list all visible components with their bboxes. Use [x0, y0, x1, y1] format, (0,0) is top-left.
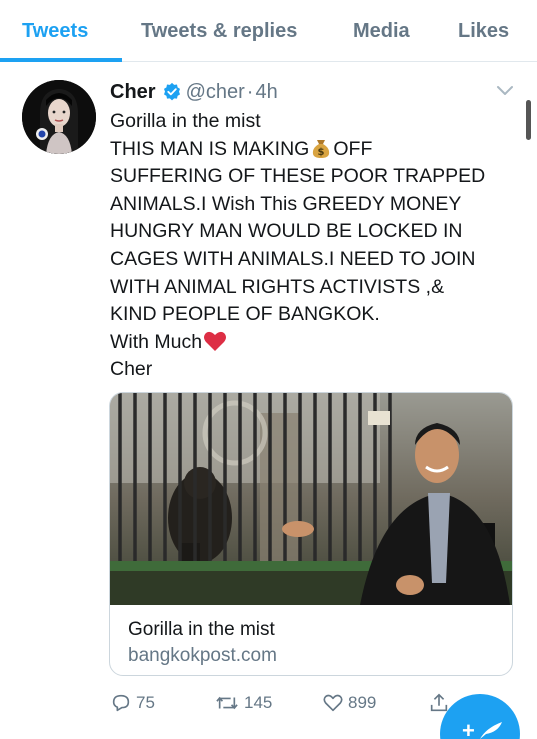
tweet-line-part: THIS MAN IS MAKING [110, 137, 310, 160]
tab-media[interactable]: Media [353, 20, 410, 43]
active-tab-indicator [0, 58, 122, 62]
tweet-line: SUFFERING OF THESE POOR TRAPPED [110, 165, 486, 188]
retweet-count: 145 [244, 693, 273, 712]
tweet-time[interactable]: 4h [255, 81, 277, 104]
svg-text:$: $ [318, 147, 325, 158]
compose-plus-icon: + [462, 718, 475, 739]
tab-likes[interactable]: Likes [458, 20, 509, 43]
author-handle[interactable]: @cher [186, 81, 245, 104]
avatar[interactable] [22, 80, 96, 154]
tweet-line: ANIMALS.I Wish This GREEDY MONEY [110, 192, 462, 215]
money-bag-emoji: $ [313, 139, 330, 158]
link-card[interactable]: Gorilla in the mist bangkokpost.com [109, 392, 513, 676]
verified-badge-icon [163, 82, 180, 101]
tweet-line-part: With Much [110, 330, 203, 353]
tweet-line: THIS MAN IS MAKING $ OFF [110, 136, 520, 164]
red-heart-emoji [204, 331, 227, 351]
like-button[interactable]: 899 [322, 692, 376, 714]
tweet-line: KIND PEOPLE OF BANGKOK. [110, 303, 380, 326]
card-title: Gorilla in the mist [128, 619, 275, 640]
tweet-line: HUNGRY MAN WOULD BE LOCKED IN [110, 220, 463, 243]
heart-icon [323, 694, 343, 712]
tweet-line: With Much [110, 329, 520, 357]
reply-icon [112, 694, 130, 712]
reply-button[interactable]: 75 [110, 692, 155, 714]
tweet-line: WITH ANIMAL RIGHTS ACTIVISTS ,& [110, 275, 445, 298]
retweet-button[interactable]: 145 [214, 692, 272, 714]
card-image [110, 393, 512, 605]
feather-icon [480, 722, 502, 739]
tweet-text: Gorilla in the mist THIS MAN IS MAKING $… [110, 108, 520, 384]
tab-tweets-and-replies[interactable]: Tweets & replies [141, 20, 297, 43]
like-count: 899 [348, 693, 377, 712]
tweet-line-part: OFF [333, 137, 373, 160]
tweet-line: Gorilla in the mist [110, 110, 261, 132]
tweet-header: Cher @cher · 4h [110, 78, 278, 106]
reply-count: 75 [136, 693, 155, 712]
card-domain: bangkokpost.com [128, 645, 277, 666]
scrollbar[interactable] [526, 100, 531, 140]
chevron-down-icon[interactable] [496, 84, 514, 98]
retweet-icon [216, 696, 238, 710]
header-separator: · [246, 80, 254, 103]
author-name[interactable]: Cher [110, 81, 156, 104]
avatar-image [22, 80, 96, 154]
profile-tabs: Tweets Tweets & replies Media Likes [0, 0, 537, 62]
tweet-line: CAGES WITH ANIMALS.I NEED TO JOIN [110, 247, 476, 270]
tweet-line: Cher [110, 358, 153, 381]
tab-tweets[interactable]: Tweets [22, 20, 88, 43]
